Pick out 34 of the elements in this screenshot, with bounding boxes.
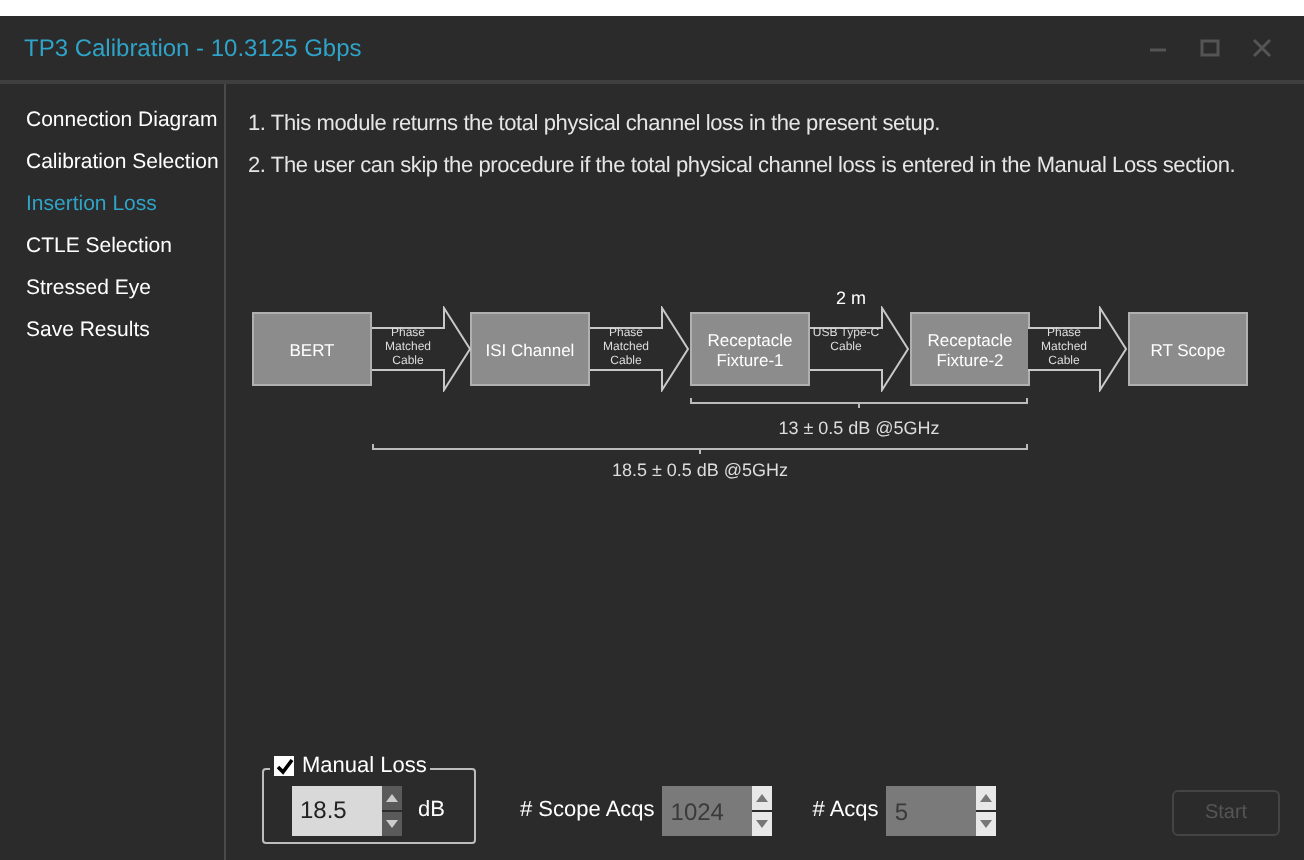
spin-down-icon[interactable] bbox=[752, 812, 773, 836]
diagram-node: ISI Channel bbox=[470, 312, 590, 386]
acqs-label: # Acqs bbox=[812, 796, 879, 827]
sidebar-item[interactable]: Calibration Selection bbox=[26, 146, 224, 180]
spin-up-icon[interactable] bbox=[752, 786, 773, 810]
diagram-node: RT Scope bbox=[1128, 312, 1248, 386]
diagram-node: Receptacle Fixture-1 bbox=[690, 312, 810, 386]
window-title: TP3 Calibration - 10.3125 Gbps bbox=[24, 32, 362, 66]
cable-arrow bbox=[1028, 306, 1128, 392]
manual-loss-label: Manual Loss bbox=[302, 752, 427, 782]
span-label: 18.5 ± 0.5 dB @5GHz bbox=[611, 458, 789, 484]
instruction-text: 2. The user can skip the procedure if the total physical channel loss is entered in the Manual Loss section. bbox=[248, 152, 1238, 182]
instruction-text: 1. This module returns the total physical channel loss in the present setup. bbox=[248, 110, 942, 140]
spin-down-icon[interactable] bbox=[382, 811, 402, 835]
cable-arrow bbox=[810, 306, 910, 392]
sidebar-item[interactable]: Insertion Loss bbox=[26, 188, 224, 222]
manual-loss-checkbox[interactable] bbox=[274, 756, 294, 776]
sidebar-item[interactable]: Save Results bbox=[26, 314, 224, 348]
sidebar-item[interactable]: CTLE Selection bbox=[26, 230, 224, 264]
cable-arrow bbox=[590, 306, 690, 392]
diagram-node: Receptacle Fixture-2 bbox=[910, 312, 1030, 386]
cable-arrow bbox=[372, 306, 472, 392]
scope-acqs-label: # Scope Acqs bbox=[520, 796, 655, 827]
manual-loss-field[interactable]: 18.5 bbox=[292, 785, 382, 835]
span-label: 13 ± 0.5 dB @5GHz bbox=[778, 416, 940, 442]
cable-length: 2 m bbox=[836, 286, 867, 312]
sidebar-item[interactable]: Stressed Eye bbox=[26, 272, 224, 306]
spin-down-icon[interactable] bbox=[976, 812, 997, 836]
spin-up-icon[interactable] bbox=[976, 786, 997, 810]
unit-label: dB bbox=[418, 795, 445, 826]
sidebar-item[interactable]: Connection Diagram bbox=[26, 104, 224, 138]
check-icon bbox=[275, 757, 293, 775]
diagram-node: BERT bbox=[252, 312, 372, 386]
spin-up-icon[interactable] bbox=[382, 785, 402, 809]
